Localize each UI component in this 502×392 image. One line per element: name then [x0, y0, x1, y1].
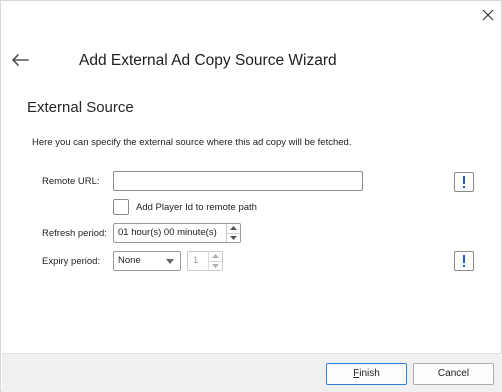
expiry-count-up-button[interactable]: [209, 252, 222, 261]
cancel-button[interactable]: Cancel: [413, 363, 494, 385]
finish-button[interactable]: Finish: [326, 363, 407, 385]
refresh-period-arrows: [226, 224, 240, 242]
wizard-window: Add External Ad Copy Source Wizard Exter…: [0, 0, 502, 392]
expiry-count-arrows: [208, 252, 222, 270]
wizard-title: Add External Ad Copy Source Wizard: [79, 52, 337, 69]
arrow-left-icon: [12, 54, 29, 66]
refresh-period-up-button[interactable]: [227, 224, 240, 233]
caret-down-icon: [212, 263, 219, 268]
expiry-period-select-value: None: [118, 255, 141, 266]
refresh-period-value: 01 hour(s) 00 minute(s): [118, 227, 217, 238]
close-icon: [482, 9, 494, 21]
caret-down-icon: [230, 235, 237, 240]
expiry-count-spinner[interactable]: 1: [187, 251, 223, 271]
add-player-id-checkbox[interactable]: [113, 199, 129, 215]
close-button[interactable]: [478, 6, 498, 26]
refresh-period-label: Refresh period:: [42, 228, 107, 239]
refresh-period-down-button[interactable]: [227, 232, 240, 243]
remote-url-info-button[interactable]: [454, 172, 474, 192]
expiry-count-value: 1: [193, 255, 199, 266]
chevron-down-icon: [166, 259, 174, 264]
finish-button-label: inish: [359, 368, 380, 379]
back-button[interactable]: [9, 51, 31, 69]
remote-url-input[interactable]: [113, 171, 363, 191]
remote-url-label: Remote URL:: [42, 176, 100, 187]
expiry-period-label: Expiry period:: [42, 256, 101, 267]
wizard-footer: Finish Cancel: [2, 353, 502, 392]
refresh-period-spinner[interactable]: 01 hour(s) 00 minute(s): [113, 223, 241, 243]
section-description: Here you can specify the external source…: [32, 137, 352, 148]
expiry-count-down-button[interactable]: [209, 260, 222, 271]
exclamation-icon: [463, 255, 465, 267]
caret-up-icon: [230, 226, 237, 231]
caret-up-icon: [212, 254, 219, 259]
exclamation-icon: [463, 176, 465, 188]
section-title: External Source: [27, 99, 134, 116]
expiry-period-info-button[interactable]: [454, 251, 474, 271]
expiry-period-select[interactable]: None: [113, 251, 181, 271]
add-player-id-label: Add Player Id to remote path: [136, 202, 257, 213]
